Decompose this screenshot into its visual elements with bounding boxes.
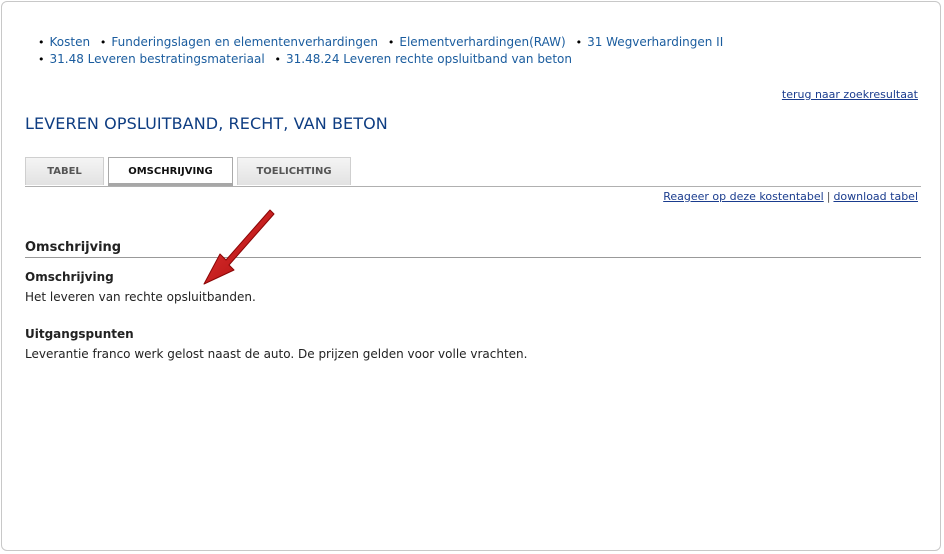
- breadcrumb-link-wegverhardingen[interactable]: 31 Wegverhardingen II: [587, 35, 723, 49]
- bullet-icon: •: [274, 53, 282, 66]
- breadcrumb-item[interactable]: • Kosten: [38, 34, 90, 51]
- breadcrumb-link-elementverhardingen[interactable]: Elementverhardingen(RAW): [399, 35, 565, 49]
- omschrijving-heading: Omschrijving: [25, 270, 114, 284]
- section-heading: Omschrijving: [25, 240, 921, 258]
- tab-omschrijving[interactable]: OMSCHRIJVING: [108, 157, 233, 186]
- react-link[interactable]: Reageer op deze kostentabel: [663, 190, 824, 203]
- bullet-icon: •: [38, 53, 45, 66]
- tab-tabel[interactable]: TABEL: [25, 157, 104, 185]
- breadcrumb-item[interactable]: • Elementverhardingen(RAW): [388, 34, 566, 51]
- breadcrumb-link-kosten[interactable]: Kosten: [50, 35, 91, 49]
- breadcrumb: • Kosten • Funderingslagen en elementenver…: [38, 34, 898, 68]
- uitgangspunten-heading: Uitgangspunten: [25, 327, 134, 341]
- breadcrumb-link-bestratingsmateriaal[interactable]: 31.48 Leveren bestratingsmateriaal: [50, 52, 265, 66]
- page-title: LEVEREN OPSLUITBAND, RECHT, VAN BETON: [25, 114, 388, 133]
- back-to-results-link[interactable]: terug naar zoekresultaat: [782, 88, 918, 101]
- bullet-icon: •: [99, 36, 107, 49]
- breadcrumb-item[interactable]: • 31 Wegverhardingen II: [576, 34, 724, 51]
- breadcrumb-item[interactable]: • 31.48.24 Leveren rechte opsluitband van…: [275, 51, 572, 68]
- content-frame: • Kosten • Funderingslagen en elementenver…: [1, 1, 941, 551]
- breadcrumb-link-opsluitband[interactable]: 31.48.24 Leveren rechte opsluitband van …: [286, 52, 572, 66]
- uitgangspunten-text: Leverantie franco werk gelost naast de a…: [25, 347, 528, 361]
- breadcrumb-item[interactable]: • 31.48 Leveren bestratingsmateriaal: [38, 51, 265, 68]
- breadcrumb-link-funderingslagen[interactable]: Funderingslagen en elementenverhardingen: [111, 35, 378, 49]
- red-arrow-icon: [203, 209, 275, 285]
- tab-toelichting[interactable]: TOELICHTING: [237, 157, 351, 185]
- tab-links: Reageer op deze kostentabel | download tab…: [663, 190, 918, 203]
- tab-bar: TABEL OMSCHRIJVING TOELICHTING: [25, 157, 921, 187]
- bullet-icon: •: [575, 36, 583, 49]
- link-separator: |: [826, 190, 831, 203]
- breadcrumb-item[interactable]: • Funderingslagen en elementenverhardinge…: [100, 34, 378, 51]
- bullet-icon: •: [38, 36, 45, 49]
- omschrijving-text: Het leveren van rechte opsluitbanden.: [25, 290, 256, 304]
- download-table-link[interactable]: download tabel: [833, 190, 918, 203]
- bullet-icon: •: [387, 36, 395, 49]
